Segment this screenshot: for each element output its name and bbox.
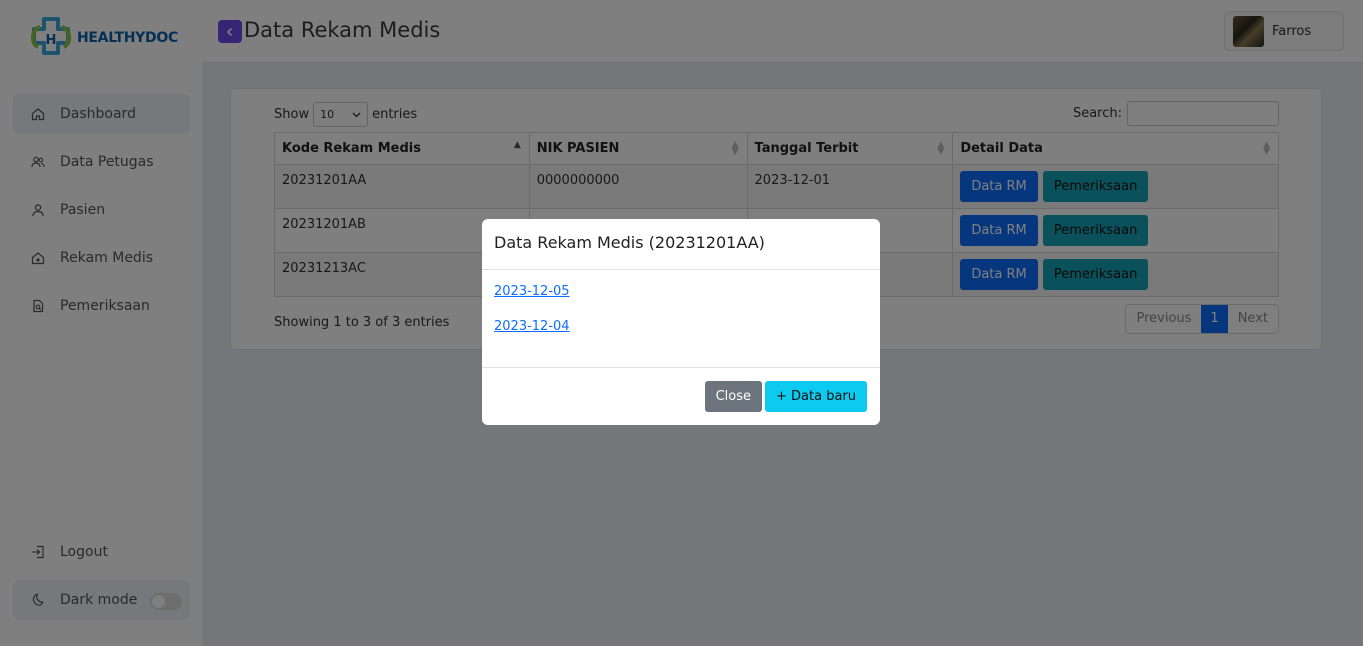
modal-header: Data Rekam Medis (20231201AA) — [482, 219, 880, 270]
record-date-link[interactable]: 2023-12-05 — [494, 284, 868, 299]
modal-title: Data Rekam Medis (20231201AA) — [494, 233, 765, 252]
modal-body: 2023-12-05 2023-12-04 — [482, 270, 880, 368]
rekam-medis-modal: Data Rekam Medis (20231201AA) 2023-12-05… — [482, 219, 880, 425]
add-data-button[interactable]: + Data baru — [765, 381, 867, 412]
record-date-link[interactable]: 2023-12-04 — [494, 319, 868, 334]
modal-footer: Close + Data baru — [482, 368, 880, 425]
close-button[interactable]: Close — [704, 381, 762, 412]
